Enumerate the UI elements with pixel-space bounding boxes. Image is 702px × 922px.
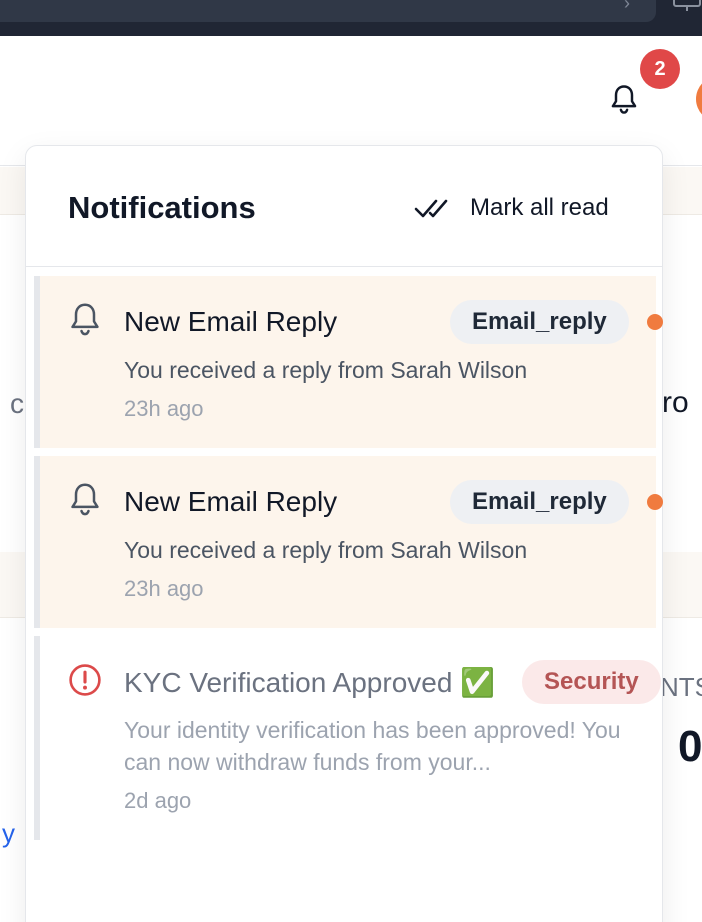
popover-header: Notifications Mark all read [26,146,662,267]
background-link[interactable]: y [2,818,15,849]
notification-title: KYC Verification Approved ✅ [124,667,496,698]
bell-icon [71,483,99,516]
notification-message: Your identity verification has been appr… [124,717,621,775]
background-text: c [10,388,24,419]
address-bar[interactable]: › [0,0,656,22]
notification-item[interactable]: KYC Verification Approved ✅ Security You… [34,636,661,840]
notification-tag: Email_reply [450,300,629,344]
mark-all-read-button[interactable]: Mark all read [414,190,609,226]
notification-item[interactable]: New Email Reply Email_reply You received… [34,456,663,628]
notification-item[interactable]: New Email Reply Email_reply You received… [34,276,663,448]
unread-dot [647,494,663,510]
mark-all-read-label: Mark all read [470,194,609,221]
bell-icon [611,85,637,114]
notification-tag: Email_reply [450,480,629,524]
notification-tag: Security [522,660,661,704]
alert-circle-icon [69,664,101,696]
notification-count-badge: 2 [640,49,680,89]
desktop-icon[interactable] [670,0,702,14]
bell-icon [71,303,99,336]
notification-time: 23h ago [124,396,204,421]
notification-title: New Email Reply [124,306,338,337]
notification-message: You received a reply from Sarah Wilson [124,537,528,563]
notifications-bell-button[interactable] [604,80,644,120]
background-text: NTS [660,672,702,702]
notification-message: You received a reply from Sarah Wilson [124,357,528,383]
notification-title: New Email Reply [124,486,338,517]
notification-time: 23h ago [124,576,204,601]
notification-time: 2d ago [124,788,192,813]
browser-chrome: › [0,0,702,36]
background-value: 0 [678,722,702,771]
background-text: ro [662,386,689,419]
notifications-popover: Notifications Mark all read New Email Re… [25,145,663,922]
chevron-right-icon[interactable]: › [624,0,642,12]
double-check-icon [414,199,448,218]
unread-dot [647,314,663,330]
popover-title: Notifications [68,190,256,225]
page: › 2 c ro NTS 0 y Notifications Mark all … [0,0,702,922]
